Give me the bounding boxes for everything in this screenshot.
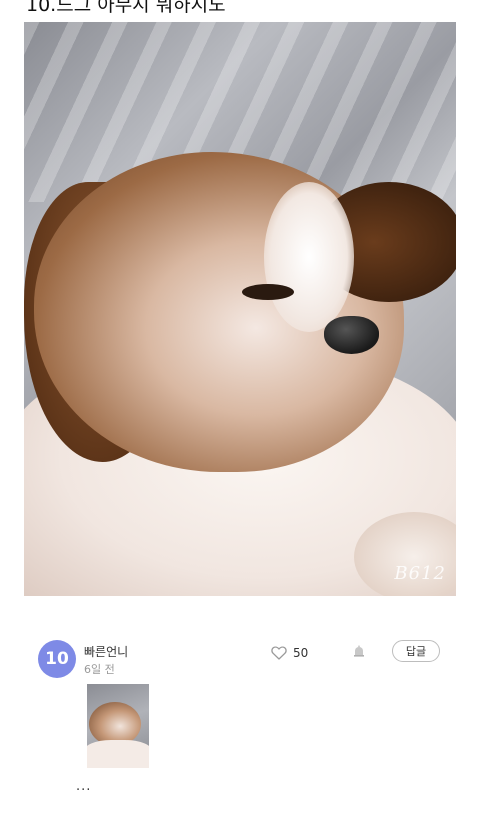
photo-watermark: B612 [394, 563, 446, 584]
heart-outline-icon [271, 646, 287, 660]
dog-blaze [264, 182, 354, 332]
like-button[interactable]: 50 [271, 644, 308, 662]
avatar[interactable]: 10 [38, 640, 76, 678]
dog-nose [324, 316, 379, 354]
post-page: 10.드그 아무시 뭐하시노 B612 10 빠른언니 6일 전 50 답글 .… [0, 0, 480, 813]
report-button[interactable] [351, 644, 367, 660]
thumb-dog-body [87, 740, 149, 768]
reply-button[interactable]: 답글 [392, 640, 440, 662]
comment-author[interactable]: 빠른언니 [84, 643, 128, 660]
dog-eye [242, 284, 294, 300]
bell-icon [354, 645, 364, 657]
post-photo[interactable]: B612 [24, 22, 456, 596]
like-count: 50 [293, 646, 309, 660]
comment-image-thumbnail[interactable] [87, 684, 149, 768]
comment-body: ... [76, 779, 92, 794]
post-title: 10.드그 아무시 뭐하시노 [26, 0, 226, 16]
comment-time: 6일 전 [84, 663, 115, 676]
